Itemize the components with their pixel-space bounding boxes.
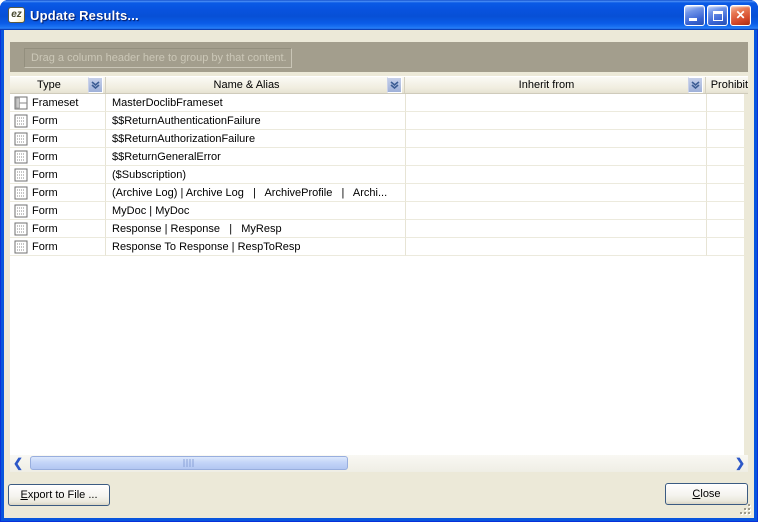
column-menu-button[interactable] (688, 77, 703, 93)
button-label: lose (700, 488, 720, 500)
form-icon (14, 168, 28, 182)
table-row[interactable]: Form (Archive Log) | Archive Log | Archi… (10, 184, 744, 202)
close-window-button[interactable]: ✕ (730, 5, 751, 26)
window-controls: ✕ (684, 5, 751, 26)
row-inherit-from (406, 94, 707, 112)
row-name-alias: $$ReturnAuthenticationFailure (106, 112, 406, 130)
table-row[interactable]: Form $$ReturnAuthenticationFailure (10, 112, 744, 130)
row-name-alias: ($Subscription) (106, 166, 406, 184)
row-inherit-from (406, 130, 707, 148)
row-inherit-from (406, 148, 707, 166)
row-type: Form (32, 115, 58, 127)
row-type: Form (32, 205, 58, 217)
row-name-alias: Response | Response | MyResp (106, 220, 406, 238)
column-header-prohibit[interactable]: Prohibit (706, 77, 748, 93)
row-type: Form (32, 241, 58, 253)
row-prohibit (707, 238, 744, 256)
button-label: xport to File ... (28, 489, 98, 501)
maximize-icon (713, 11, 723, 21)
column-label: Inherit from (405, 79, 687, 91)
frameset-icon (14, 96, 28, 110)
group-by-bar[interactable]: Drag a column header here to group by th… (10, 42, 748, 72)
scrollbar-grip-icon (184, 459, 195, 467)
row-name-alias: Response To Response | RespToResp (106, 238, 406, 256)
row-prohibit (707, 148, 744, 166)
row-name-alias: $$ReturnAuthorizationFailure (106, 130, 406, 148)
table-row[interactable]: Form $$ReturnGeneralError (10, 148, 744, 166)
row-name-alias: (Archive Log) | Archive Log | ArchivePro… (106, 184, 406, 202)
row-prohibit (707, 202, 744, 220)
minimize-button[interactable] (684, 5, 705, 26)
column-header-row: Type Name & Alias Inheri (10, 76, 748, 94)
table-row[interactable]: Form Response To Response | RespToResp (10, 238, 744, 256)
chevron-down-icon (691, 81, 700, 89)
column-header-name-alias[interactable]: Name & Alias (106, 77, 405, 93)
row-prohibit (707, 94, 744, 112)
chevron-down-icon (390, 81, 399, 89)
app-icon: ez (8, 7, 25, 23)
close-button[interactable]: Close (665, 483, 748, 505)
row-prohibit (707, 166, 744, 184)
column-menu-button[interactable] (88, 77, 103, 93)
scrollbar-thumb[interactable] (30, 456, 348, 470)
form-icon (14, 186, 28, 200)
form-icon (14, 132, 28, 146)
horizontal-scrollbar[interactable]: ❮ ❯ (10, 455, 748, 472)
table-row[interactable]: Frameset MasterDoclibFrameset (10, 94, 744, 112)
column-label: Prohibit (706, 79, 748, 91)
row-type: Form (32, 187, 58, 199)
column-menu-button[interactable] (387, 77, 402, 93)
row-name-alias: MasterDoclibFrameset (106, 94, 406, 112)
minimize-icon (689, 18, 697, 21)
row-prohibit (707, 220, 744, 238)
column-header-inherit-from[interactable]: Inherit from (405, 77, 705, 93)
row-type: Form (32, 223, 58, 235)
resize-grip-icon[interactable] (739, 503, 752, 516)
scroll-right-button[interactable]: ❯ (732, 455, 748, 472)
row-inherit-from (406, 202, 707, 220)
row-inherit-from (406, 238, 707, 256)
row-inherit-from (406, 166, 707, 184)
table-row[interactable]: Form MyDoc | MyDoc (10, 202, 744, 220)
row-prohibit (707, 130, 744, 148)
chevron-down-icon (91, 81, 100, 89)
form-icon (14, 150, 28, 164)
maximize-button[interactable] (707, 5, 728, 26)
dialog-client-area: Drag a column header here to group by th… (4, 30, 754, 518)
row-prohibit (707, 112, 744, 130)
window-title: Update Results... (30, 8, 139, 23)
titlebar[interactable]: ez Update Results... ✕ (0, 0, 758, 30)
table-row[interactable]: Form Response | Response | MyResp (10, 220, 744, 238)
button-mnemonic: E (20, 489, 27, 501)
column-label: Type (10, 79, 88, 91)
form-icon (14, 240, 28, 254)
column-header-type[interactable]: Type (10, 77, 106, 93)
form-icon (14, 222, 28, 236)
group-by-hint: Drag a column header here to group by th… (24, 48, 292, 68)
table-row[interactable]: Form $$ReturnAuthorizationFailure (10, 130, 744, 148)
form-icon (14, 114, 28, 128)
dialog-window: ez Update Results... ✕ Drag a column hea… (0, 0, 758, 522)
row-prohibit (707, 184, 744, 202)
column-label: Name & Alias (106, 79, 387, 91)
row-type: Form (32, 133, 58, 145)
scroll-left-button[interactable]: ❮ (10, 455, 26, 472)
row-type: Form (32, 151, 58, 163)
row-inherit-from (406, 112, 707, 130)
row-name-alias: $$ReturnGeneralError (106, 148, 406, 166)
row-type: Frameset (32, 97, 78, 109)
form-icon (14, 204, 28, 218)
row-type: Form (32, 169, 58, 181)
row-inherit-from (406, 184, 707, 202)
row-inherit-from (406, 220, 707, 238)
export-to-file-button[interactable]: Export to File ... (8, 484, 110, 506)
table-row[interactable]: Form ($Subscription) (10, 166, 744, 184)
row-name-alias: MyDoc | MyDoc (106, 202, 406, 220)
results-table: Frameset MasterDoclibFrameset Form $$R (10, 94, 744, 455)
